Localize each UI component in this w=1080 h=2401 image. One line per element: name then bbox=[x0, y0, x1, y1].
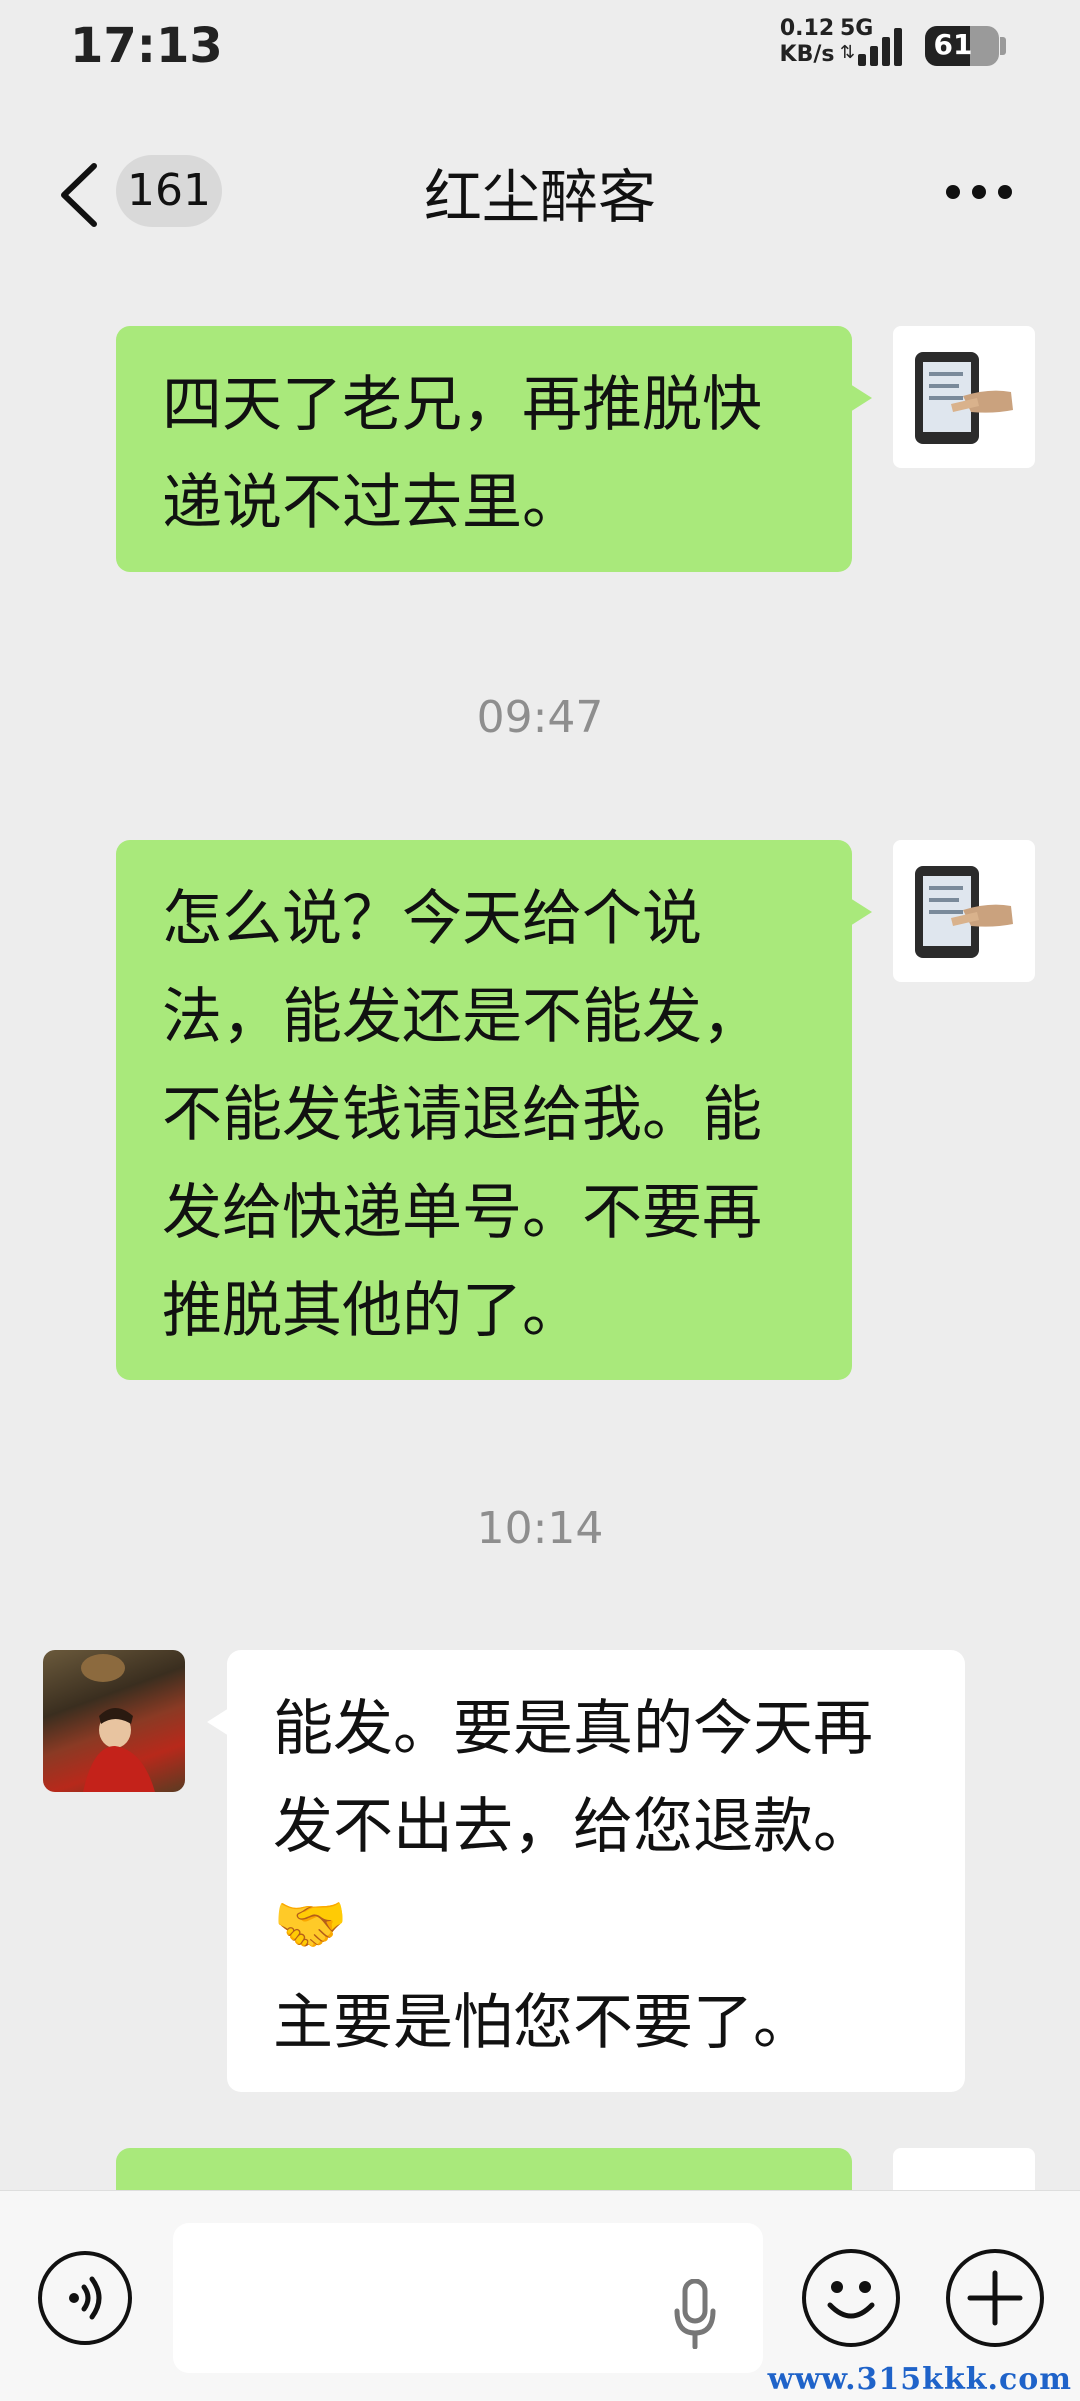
data-arrows-icon: ⇅ bbox=[840, 42, 856, 63]
timestamp: 09:47 bbox=[476, 692, 604, 743]
message-bubble-outgoing[interactable]: 怎么说？今天给个说 法，能发还是不能发， 不能发钱请退给我。能 发给快递单号。不… bbox=[116, 840, 872, 1380]
message-text: 不能发钱请退给我。能 bbox=[162, 1080, 762, 1150]
message-bubble-outgoing[interactable]: 四天了老兄，再推脱快 递说不过去里。 bbox=[116, 326, 872, 572]
battery-icon: 61 bbox=[925, 26, 999, 66]
watermark: www.315kkk.com bbox=[767, 2362, 1072, 2397]
signal-icon bbox=[858, 26, 908, 66]
message-text: 主要是怕您不要了。 bbox=[273, 1988, 813, 2058]
message-text: 发不出去，给您退款。 bbox=[273, 1792, 873, 1862]
network-speed: 0.12 KB/s bbox=[772, 16, 842, 68]
voice-icon[interactable] bbox=[38, 2251, 132, 2345]
smile-glyph bbox=[827, 2281, 875, 2319]
more-horizontal-icon[interactable] bbox=[940, 185, 1020, 205]
message-bubble-incoming[interactable]: 能发。要是真的今天再 发不出去，给您退款。 🤝 主要是怕您不要了。 bbox=[207, 1650, 965, 2092]
plus-glyph bbox=[967, 2270, 1023, 2326]
emoji-icon[interactable] bbox=[802, 2249, 900, 2347]
battery-tip bbox=[1000, 37, 1006, 55]
message-text: 怎么说？今天给个说 bbox=[162, 884, 702, 954]
avatar-self[interactable] bbox=[893, 326, 1035, 468]
network-speed-unit: KB/s bbox=[779, 42, 835, 67]
status-bar: 17:13 0.12 KB/s 5G ⇅ 61 bbox=[0, 0, 1080, 100]
chat-header: 161 红尘醉客 bbox=[0, 100, 1080, 280]
avatar-contact[interactable] bbox=[43, 1650, 185, 1792]
avatar-self[interactable] bbox=[893, 840, 1035, 982]
network-speed-value: 0.12 bbox=[779, 16, 835, 41]
voice-wave-glyph bbox=[69, 2276, 102, 2320]
contact-photo bbox=[81, 1654, 155, 1792]
message-text: 发给快递单号。不要再 bbox=[162, 1178, 762, 1248]
plus-icon[interactable] bbox=[946, 2249, 1044, 2347]
chat-title: 红尘醉客 bbox=[423, 163, 656, 231]
message-text: 法，能发还是不能发， bbox=[162, 982, 762, 1052]
message-text: 能发。要是真的今天再 bbox=[273, 1694, 873, 1764]
message-text: 四天了老兄，再推脱快 bbox=[162, 370, 762, 440]
battery-percent: 61 bbox=[933, 28, 973, 61]
handshake-emoji: 🤝 bbox=[273, 1890, 348, 1960]
microphone-icon[interactable] bbox=[672, 2279, 718, 2349]
message-text: 递说不过去里。 bbox=[162, 468, 582, 538]
status-time: 17:13 bbox=[70, 18, 223, 74]
tablet-avatar-icon bbox=[915, 866, 1013, 958]
timestamp: 10:14 bbox=[476, 1503, 604, 1554]
message-text: 推脱其他的了。 bbox=[162, 1276, 582, 1346]
tablet-avatar-icon bbox=[915, 352, 1013, 444]
